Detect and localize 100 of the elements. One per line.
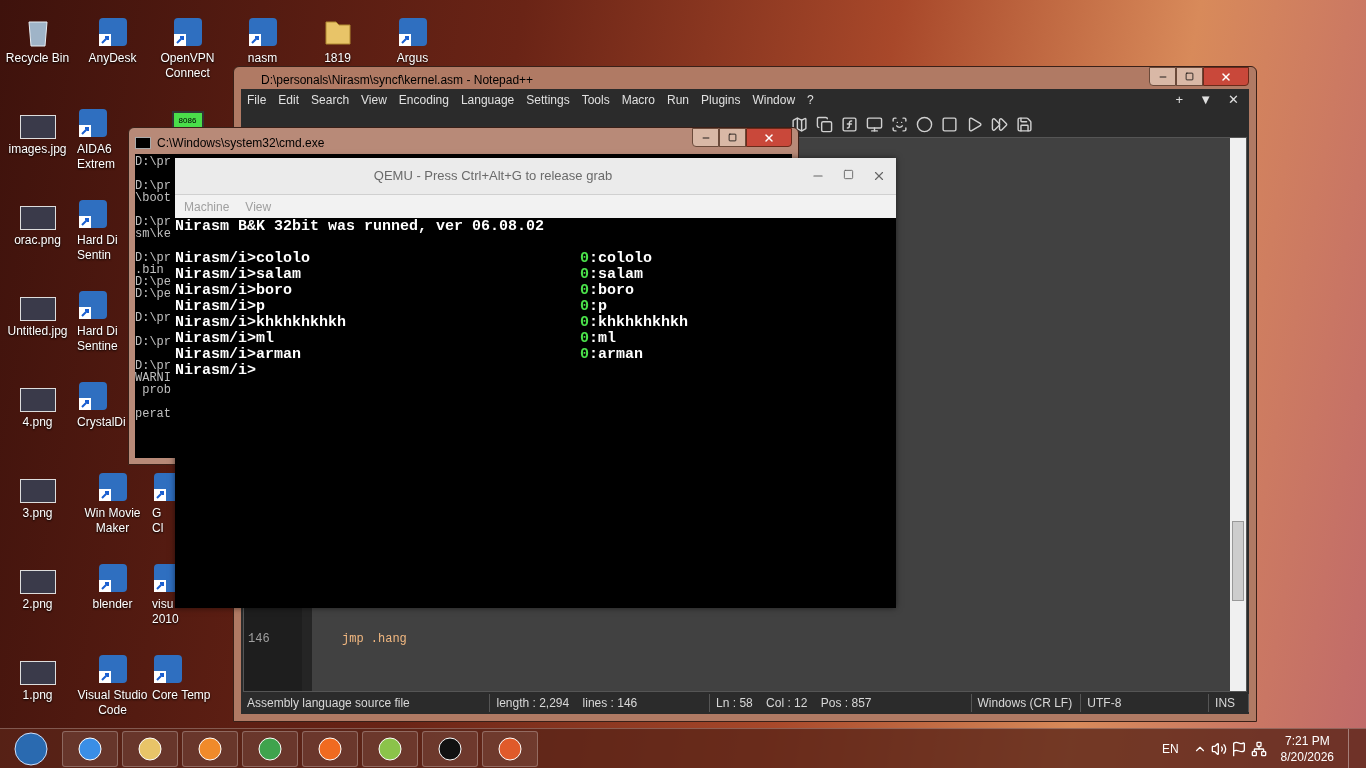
close-button[interactable] <box>746 128 792 147</box>
menu-item[interactable]: ? <box>807 91 814 109</box>
desktop-icon-label[interactable]: 4.png <box>0 415 75 430</box>
desktop-icon-label[interactable]: visu 2010 <box>152 597 179 627</box>
minimize-button[interactable] <box>692 128 719 147</box>
console-line: D:\pr <box>135 312 171 324</box>
toolbar-icon[interactable] <box>991 115 1008 133</box>
menu-control[interactable]: ▼ <box>1199 90 1212 110</box>
output-text: 0:cololo <box>580 251 653 267</box>
shortcut-icon <box>77 380 109 412</box>
taskbar-app-button[interactable] <box>62 730 118 767</box>
window-title: QEMU - Press Ctrl+Alt+G to release grab <box>372 167 614 186</box>
language-indicator[interactable]: EN <box>1161 739 1189 758</box>
flag-icon[interactable] <box>1230 740 1247 757</box>
toolbar-icon[interactable] <box>891 115 908 133</box>
desktop-icon-label[interactable]: Core Temp <box>152 688 211 703</box>
desktop-icon-label[interactable]: images.jpg <box>0 142 75 157</box>
shortcut-icon <box>77 198 109 230</box>
output-text: 0:salam <box>580 267 644 283</box>
desktop-icon-label[interactable]: AIDA6 Extrem <box>77 142 115 172</box>
menu-control[interactable]: + <box>1175 90 1184 110</box>
command-text: Nirasm/i>arman <box>175 347 303 363</box>
scrollbar-thumb[interactable] <box>1232 521 1244 601</box>
clock[interactable]: 7:21 PM 8/20/2026 <box>1270 732 1344 765</box>
maximize-icon[interactable] <box>843 169 854 180</box>
taskbar-app-button[interactable] <box>242 730 298 767</box>
console-line: perat <box>135 408 171 420</box>
menu-item[interactable]: Run <box>667 91 690 109</box>
desktop-icon-label[interactable]: Win Movie Maker <box>75 506 150 536</box>
menu-control[interactable]: ✕ <box>1228 90 1239 110</box>
menu-item[interactable]: Plugins <box>701 91 741 109</box>
toolbar-icon[interactable] <box>941 115 958 133</box>
command-text: Nirasm/i>cololo <box>175 251 312 267</box>
close-button[interactable] <box>1203 67 1249 86</box>
taskbar-app-button[interactable] <box>422 730 478 767</box>
desktop-icon-label[interactable]: Argus <box>375 51 450 66</box>
desktop-icon-label[interactable]: Recycle Bin <box>0 51 75 66</box>
menu-item[interactable]: Language <box>460 91 515 109</box>
close-icon[interactable] <box>872 169 886 183</box>
console-line: D:\pr <box>135 336 171 348</box>
desktop-icon-label[interactable]: blender <box>75 597 150 612</box>
minimize-button[interactable] <box>1149 67 1176 86</box>
network-icon[interactable] <box>1250 740 1267 757</box>
menu-item[interactable]: Window <box>752 91 796 109</box>
desktop-icon-label[interactable]: 2.png <box>0 597 75 612</box>
app-icon <box>197 735 223 762</box>
desktop-icon-label[interactable]: G Cl <box>152 506 164 536</box>
output-text: 0:arman <box>580 347 644 363</box>
toolbar-icon[interactable] <box>866 115 883 133</box>
desktop-icon-label[interactable]: Hard Di Sentine <box>77 324 118 354</box>
taskbar-app-button[interactable] <box>362 730 418 767</box>
toolbar-icon[interactable] <box>841 115 858 133</box>
desktop-icon-label[interactable]: OpenVPN Connect <box>150 51 225 81</box>
console-line: D:\pr <box>135 252 171 264</box>
console-line: D:\pr <box>135 180 171 192</box>
app-icon <box>377 735 403 762</box>
toolbar-icon[interactable] <box>916 115 933 133</box>
menu-item[interactable]: Edit <box>278 91 300 109</box>
desktop-icon-label[interactable]: Visual Studio Code <box>75 688 150 718</box>
console-line: D:\pe <box>135 276 171 288</box>
shortcut-icon <box>96 16 129 48</box>
menu-item[interactable]: Encoding <box>398 91 449 109</box>
menu-item[interactable]: File <box>247 91 267 109</box>
taskbar-app-button[interactable] <box>122 730 178 767</box>
toolbar-icon[interactable] <box>1016 115 1033 133</box>
desktop-icon-label[interactable]: nasm <box>225 51 300 66</box>
menu-item[interactable]: View <box>361 91 387 109</box>
console-line: D:\pr <box>135 360 171 372</box>
console-line: \boot <box>135 192 171 204</box>
menu-item[interactable]: Macro <box>621 91 655 109</box>
desktop-icon-label[interactable]: Hard Di Sentin <box>77 233 118 263</box>
menu-item[interactable]: Tools <box>581 91 610 109</box>
volume-icon[interactable] <box>1210 740 1227 757</box>
image-thumbnail-icon <box>19 661 56 685</box>
menu-item[interactable]: Settings <box>526 91 570 109</box>
toolbar-icon[interactable] <box>966 115 983 133</box>
maximize-button[interactable] <box>1176 67 1203 86</box>
app-icon <box>137 735 163 762</box>
desktop-icon-label[interactable]: orac.png <box>0 233 75 248</box>
desktop-icon-label[interactable]: Untitled.jpg <box>0 324 75 339</box>
shortcut-icon <box>152 653 184 685</box>
taskbar-app-button[interactable] <box>482 730 538 767</box>
desktop-icon-label[interactable]: 1.png <box>0 688 75 703</box>
image-thumbnail-icon <box>19 297 56 321</box>
desktop-icon-label[interactable]: 1819 <box>300 51 375 66</box>
desktop-icon-label[interactable]: 3.png <box>0 506 75 521</box>
line-number: 146 <box>247 631 271 647</box>
desktop-icon-label[interactable]: CrystalDi <box>77 415 126 430</box>
scrollbar[interactable] <box>1230 138 1246 691</box>
taskbar-app-button[interactable] <box>182 730 238 767</box>
app-icon <box>497 735 523 762</box>
desktop-icon-label[interactable]: AnyDesk <box>75 51 150 66</box>
maximize-button[interactable] <box>719 128 746 147</box>
taskbar-app-button[interactable] <box>302 730 358 767</box>
toolbar-icon[interactable] <box>816 115 833 133</box>
shortcut-icon <box>96 653 129 685</box>
window-title: D:\personals\Nirasm\syncf\kernel.asm - Notepad++ <box>260 72 534 89</box>
menu-item[interactable]: Search <box>311 91 350 109</box>
toolbar-icon[interactable] <box>791 115 808 133</box>
status-bar-field: Windows (CR LF) <box>971 694 1082 712</box>
